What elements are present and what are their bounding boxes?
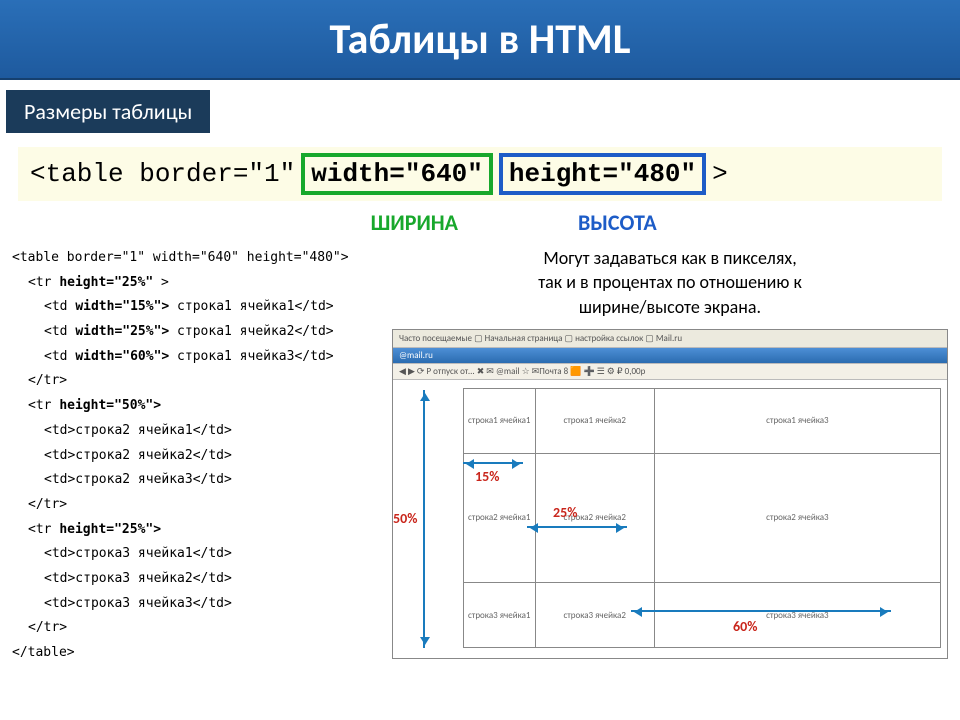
h-arrow-25	[527, 526, 627, 528]
browser-mail-bar: @mail.ru	[393, 348, 947, 364]
code-line: <td width="25%"> строка1 ячейка2</td>	[12, 320, 382, 345]
code-line: <td>строка3 ячейка2</td>	[12, 567, 382, 592]
code-line: <td>строка2 ячейка2</td>	[12, 444, 382, 469]
dim-60: 60%	[733, 618, 757, 635]
code-line: <tr height="50%">	[12, 394, 382, 419]
v-arrow-50	[423, 390, 425, 648]
dim-25: 25%	[553, 504, 577, 521]
cell-r1c3: строка1 ячейка3	[654, 388, 940, 453]
attr-suffix: >	[712, 159, 728, 189]
code-line: <tr height="25%">	[12, 518, 382, 543]
cell-r3c3: строка3 ячейка3	[654, 583, 940, 648]
cell-r1c2: строка1 ячейка2	[535, 388, 654, 453]
dim-50: 50%	[393, 510, 417, 527]
code-line: <td width="60%"> строка1 ячейка3</td>	[12, 345, 382, 370]
label-height: ВЫСОТА	[518, 209, 657, 236]
slide-title: Таблицы в HTML	[329, 14, 630, 65]
section-heading: Размеры таблицы	[6, 90, 210, 133]
demo-table: строка1 ячейка1 строка1 ячейка2 строка1 …	[463, 388, 941, 648]
browser-toolbar: ◀ ▶ ⟳ Р отпуск от... ✖ ✉ @mail ☆ ✉Почта …	[393, 364, 947, 380]
code-line: <td width="15%"> строка1 ячейка1</td>	[12, 295, 382, 320]
demo-table-wrap: 50% строка1 ячейка1 строка1 ячейка2 стро…	[393, 380, 947, 658]
browser-bookmarks: Часто посещаемые ▢ Начальная страница ▢ …	[393, 330, 947, 348]
code-line: <td>строка2 ячейка1</td>	[12, 419, 382, 444]
attribute-example-line: <table border="1" width="640" height="48…	[18, 147, 942, 201]
code-line: <table border="1" width="640" height="48…	[12, 246, 382, 271]
slide-title-bar: Таблицы в HTML	[0, 0, 960, 80]
width-attr-box: width="640"	[301, 153, 493, 195]
code-listing: <table border="1" width="640" height="48…	[12, 246, 392, 666]
label-width: ШИРИНА	[18, 209, 518, 236]
description-text: Могут задаваться как в пикселях,так и в …	[392, 246, 948, 319]
code-line: <td>строка3 ячейка3</td>	[12, 592, 382, 617]
height-attr-box: height="480"	[499, 153, 706, 195]
browser-mock: Часто посещаемые ▢ Начальная страница ▢ …	[392, 329, 948, 659]
code-line: <tr height="25%" >	[12, 271, 382, 296]
code-line: </tr>	[12, 493, 382, 518]
code-line: <td>строка3 ячейка1</td>	[12, 542, 382, 567]
code-line: <td>строка2 ячейка3</td>	[12, 468, 382, 493]
h-arrow-15	[463, 462, 523, 464]
cell-r1c1: строка1 ячейка1	[464, 388, 536, 453]
cell-r3c1: строка3 ячейка1	[464, 583, 536, 648]
code-line: </tr>	[12, 369, 382, 394]
attr-prefix: <table border="1"	[30, 159, 295, 189]
code-line: </table>	[12, 641, 382, 666]
cell-r2c3: строка2 ячейка3	[654, 453, 940, 583]
attr-labels-row: ШИРИНА ВЫСОТА	[18, 209, 942, 236]
h-arrow-60	[631, 610, 891, 612]
dim-15: 15%	[475, 468, 499, 485]
code-line: </tr>	[12, 616, 382, 641]
